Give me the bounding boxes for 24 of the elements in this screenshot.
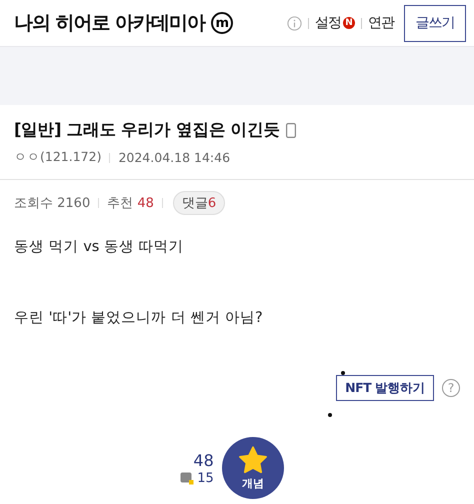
header-link[interactable]: 설정 N [315, 14, 355, 32]
recommend-count: 추천 48 [107, 195, 154, 212]
fixed-recommend-count: 15 [197, 470, 214, 486]
dot [328, 413, 332, 417]
gallery-title[interactable]: 나의 히어로 아카데미아 [14, 10, 206, 36]
post-date: 2024.04.18 14:46 [118, 150, 230, 165]
write-button[interactable]: 글쓰기 [404, 4, 466, 42]
dot [341, 371, 345, 375]
body-text: 동생 먹기 vs 동생 따먹기 [14, 238, 185, 256]
header-link[interactable]: 연관 [368, 14, 394, 32]
body-text: 우린 '따'가 붙었으니까 더 쎈거 아님? [14, 309, 264, 327]
nft-button[interactable]: NFT 발행하기 [336, 375, 434, 401]
mobile-icon [286, 122, 296, 138]
info-icon[interactable] [287, 16, 302, 30]
post-title: [일반] 그래도 우리가 옆집은 이긴듯 [14, 119, 280, 141]
minor-gallery-badge: m [211, 12, 234, 34]
author-name[interactable]: ㅇㅇ(121.172) [14, 149, 102, 166]
star-icon [238, 446, 268, 474]
view-count: 조회수 2160 [14, 195, 90, 212]
recommend-count: 48 [193, 450, 214, 470]
comment-button[interactable]: 댓글6 [172, 191, 226, 215]
fixed-user-icon [180, 472, 194, 484]
recommend-button[interactable]: 개념 [222, 437, 284, 499]
new-badge: N [343, 17, 355, 29]
